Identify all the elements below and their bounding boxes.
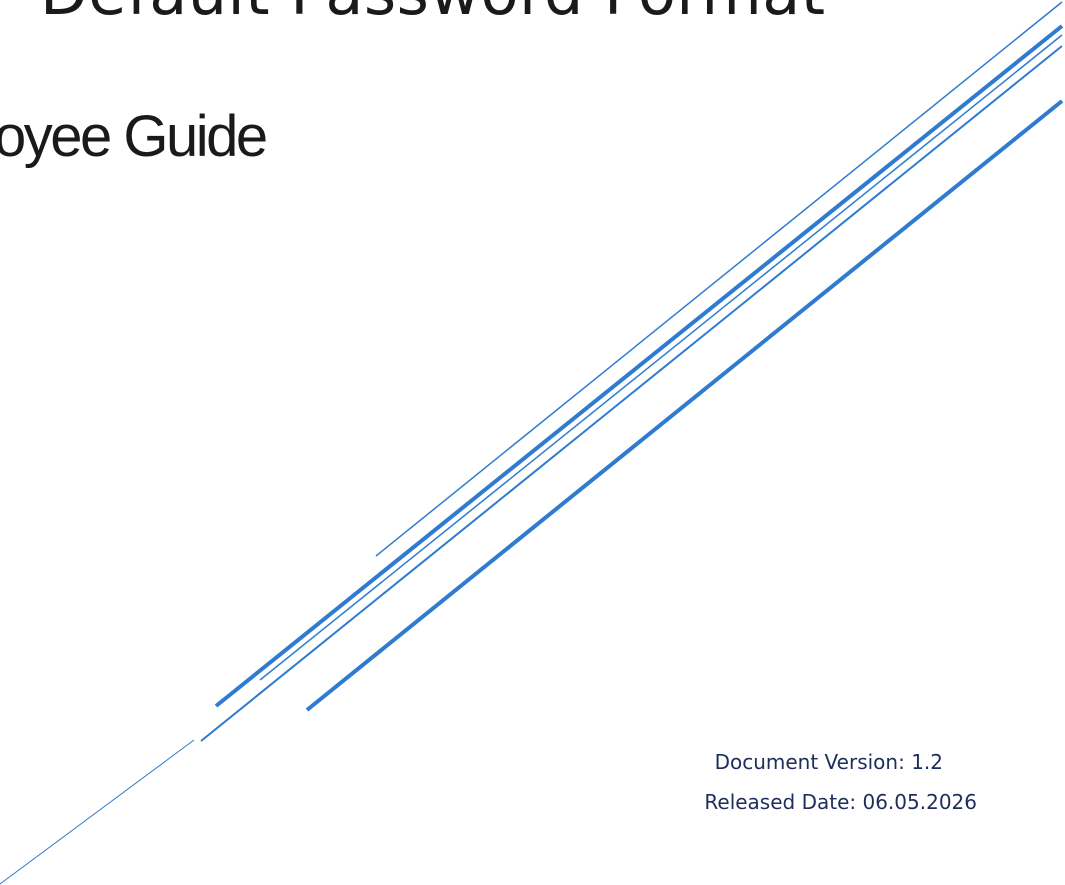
diagonal-line-2 [214, 24, 1064, 708]
released-date: Released Date: 06.05.2026 [704, 790, 977, 814]
diagonal-line-3 [259, 34, 1063, 681]
diagonal-line-5 [305, 99, 1064, 712]
document-version: Document Version: 1.2 [714, 750, 943, 774]
diagonal-line-4 [200, 45, 1063, 742]
document-cover-page: Default Password Format oyee Guide Docum… [0, 0, 1065, 885]
diagonal-line-1 [375, 1, 1063, 557]
diagonal-line-6 [0, 739, 195, 885]
